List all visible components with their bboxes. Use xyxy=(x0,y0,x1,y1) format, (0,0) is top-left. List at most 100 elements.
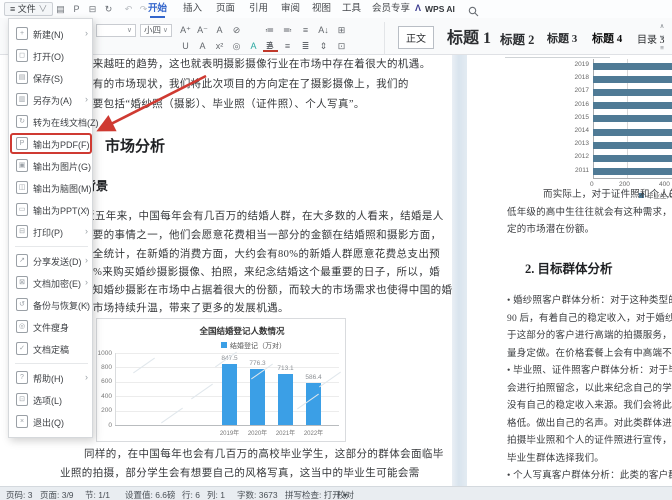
circle-char-icon[interactable]: ◎ xyxy=(229,40,244,52)
tab-会员专享[interactable]: 会员专享 xyxy=(372,0,410,18)
menu-item-另存为A[interactable]: ▥另存为(A)› xyxy=(9,89,92,111)
open-folder-icon: ◻ xyxy=(16,49,28,62)
menu-item-label: 选项(L) xyxy=(33,394,62,407)
align-center-icon[interactable]: ≡ xyxy=(280,40,295,52)
highlight-icon[interactable]: A xyxy=(246,40,261,52)
gallery-up-icon[interactable]: ∧ xyxy=(656,23,668,31)
status-1[interactable]: 页码: 3 xyxy=(6,489,32,500)
save-icon[interactable]: ▤ xyxy=(54,3,67,15)
menu-item-打印P[interactable]: ⊟打印(P)› xyxy=(9,221,92,243)
style-标题2[interactable]: 标题 2 xyxy=(500,29,534,48)
export-pdf-icon[interactable]: P xyxy=(70,3,83,15)
y-axis-year-label: 2015 xyxy=(561,114,589,121)
menu-item-输出为PPTX[interactable]: ▭输出为PPT(X)› xyxy=(9,199,92,221)
x-axis-line xyxy=(593,178,672,179)
chart-legend: 结婚登记（万对） xyxy=(221,341,286,351)
style-标题1[interactable]: 标题 1 xyxy=(447,24,491,48)
chevron-down-icon: ∨ xyxy=(127,25,132,36)
titlebar: ≡ 文件 ∨ ▤P⊟↻ ↶ ↷ ∨ 开始插入页面引用审阅视图工具会员专享 Λ W… xyxy=(0,0,672,18)
tab-页面[interactable]: 页面 xyxy=(216,0,235,18)
tab-wps-ai[interactable]: WPS AI xyxy=(425,4,455,14)
doc-text-line: 量身定做。在价格套餐上会有中高端不同的套餐选择，满足客户 xyxy=(507,345,672,359)
document-page-3[interactable]: 呈现越来越旺的趋势，这也就表明摄影摄像行业在市场中存在着很大的机遇。结合现有的市… xyxy=(55,55,452,486)
menu-item-输出为脑图M[interactable]: ◫输出为脑图(M) xyxy=(9,177,92,199)
gridline xyxy=(115,353,339,354)
status-9[interactable]: 校对 xyxy=(337,489,354,500)
print-icon[interactable]: ⊟ xyxy=(86,3,99,15)
indent-icon[interactable]: ≡ xyxy=(298,24,313,36)
undo-icon[interactable]: ↶ xyxy=(122,3,135,15)
tab-审阅[interactable]: 审阅 xyxy=(281,0,300,18)
align-left-icon[interactable]: ≣ xyxy=(262,40,277,52)
tab-工具[interactable]: 工具 xyxy=(342,0,361,18)
y-axis-year-label: 2013 xyxy=(561,140,589,147)
shading-icon[interactable]: ⊡ xyxy=(334,40,349,52)
menu-item-退出Q[interactable]: ×退出(Q) xyxy=(9,411,92,433)
menu-item-打开O[interactable]: ◻打开(O) xyxy=(9,45,92,67)
status-5[interactable]: 行: 6 xyxy=(182,489,200,500)
font-size-combobox[interactable]: 小四∨ xyxy=(140,24,172,37)
doc-text-line: 而实际上，对于证件照和个人的写真也有着较大的需求，处于 xyxy=(543,186,672,200)
menu-item-label: 新建(N) xyxy=(33,28,64,41)
sort-icon[interactable]: A↓ xyxy=(316,24,331,36)
document-page-4[interactable]: 2019201820172016201520142013201220110200… xyxy=(467,55,672,486)
menu-item-label: 打印(P) xyxy=(33,226,63,239)
status-7[interactable]: 字数: 3673 xyxy=(237,489,278,500)
chart-top-border xyxy=(505,57,610,58)
menu-item-label: 文档定稿 xyxy=(33,343,69,356)
mark-icon[interactable]: ⊞ xyxy=(334,24,349,36)
superscript-icon[interactable]: x² xyxy=(212,40,227,52)
legend-marker xyxy=(221,342,227,348)
menu-item-文件瘦身[interactable]: ◎文件瘦身 xyxy=(9,316,92,338)
menu-item-转为在线文档Z[interactable]: ↻转为在线文档(Z) xyxy=(9,111,92,133)
menu-item-文档加密E[interactable]: ⊠文档加密(E)› xyxy=(9,272,92,294)
status-6[interactable]: 列: 1 xyxy=(207,489,225,500)
submenu-arrow-icon: › xyxy=(85,372,88,382)
tab-视图[interactable]: 视图 xyxy=(312,0,331,18)
tab-开始[interactable]: 开始 xyxy=(148,0,167,18)
menu-item-输出为图片G[interactable]: ▣输出为图片(G) xyxy=(9,155,92,177)
status-3[interactable]: 节: 1/1 xyxy=(85,489,110,500)
style-标题3[interactable]: 标题 3 xyxy=(547,30,577,46)
tab-引用[interactable]: 引用 xyxy=(249,0,268,18)
align-right-icon[interactable]: ≣ xyxy=(298,40,313,52)
gallery-more-icon[interactable]: ≡ xyxy=(656,45,668,53)
clear-format-icon[interactable]: ⊘ xyxy=(229,24,244,36)
decrease-font-icon[interactable]: A⁻ xyxy=(195,24,210,36)
line-spacing-icon[interactable]: ⇕ xyxy=(316,40,331,52)
page-gap-scroll-strip[interactable] xyxy=(452,55,467,486)
print-icon: ⊟ xyxy=(16,225,28,238)
y-axis-tick-label: 400 xyxy=(97,393,112,400)
menu-item-新建N[interactable]: +新建(N)› xyxy=(9,23,92,45)
status-2[interactable]: 页面: 3/9 xyxy=(40,489,74,500)
status-4[interactable]: 设置值: 6.6磅 xyxy=(125,489,176,500)
increase-font-icon[interactable]: A⁺ xyxy=(178,24,193,36)
style-标题4[interactable]: 标题 4 xyxy=(592,30,622,46)
file-menu-button[interactable]: ≡ 文件 ∨ xyxy=(4,2,53,16)
section-heading-2: 2. 目标群体分析 xyxy=(525,258,613,277)
menu-item-帮助H[interactable]: ?帮助(H)› xyxy=(9,367,92,389)
doc-text-line: • 婚纱照客户群体分析：对于这种类型的客户群体大多数都是 xyxy=(507,292,672,306)
bullet-list-icon[interactable]: ≔ xyxy=(262,24,277,36)
sync-icon[interactable]: ↻ xyxy=(102,3,115,15)
style-正文[interactable]: 正文 xyxy=(398,26,434,49)
underline-icon[interactable]: U xyxy=(178,40,193,52)
menu-item-分享发送D[interactable]: ↗分享发送(D)› xyxy=(9,250,92,272)
menu-item-选项L[interactable]: ⊡ 选项(L) xyxy=(9,389,92,411)
submenu-arrow-icon: › xyxy=(85,277,88,287)
font-color-icon[interactable]: A xyxy=(195,40,210,52)
tab-插入[interactable]: 插入 xyxy=(183,0,202,18)
gallery-down-icon[interactable]: ∨ xyxy=(656,34,668,42)
text-effect-icon[interactable]: A xyxy=(212,24,227,36)
options-icon: ⊡ xyxy=(16,393,28,406)
menu-item-保存S[interactable]: ▤保存(S) xyxy=(9,67,92,89)
chart-bar xyxy=(593,115,672,122)
menu-item-label: 输出为图片(G) xyxy=(33,160,91,173)
font-name-combobox[interactable]: ∨ xyxy=(96,24,136,37)
menu-item-备份与恢复K[interactable]: ↺备份与恢复(K)› xyxy=(9,294,92,316)
y-axis-line xyxy=(115,353,116,425)
doc-text-line: 拍摄毕业照和个人的证件照进行宣传，扩大知名度，让更多的 xyxy=(507,432,672,446)
doc-text-line: 没有自己的稳定收入来源。我们会将此类的套餐定价的整体价 xyxy=(507,397,672,411)
menu-item-文档定稿[interactable]: ✓文档定稿 xyxy=(9,338,92,360)
number-list-icon[interactable]: ≕ xyxy=(280,24,295,36)
